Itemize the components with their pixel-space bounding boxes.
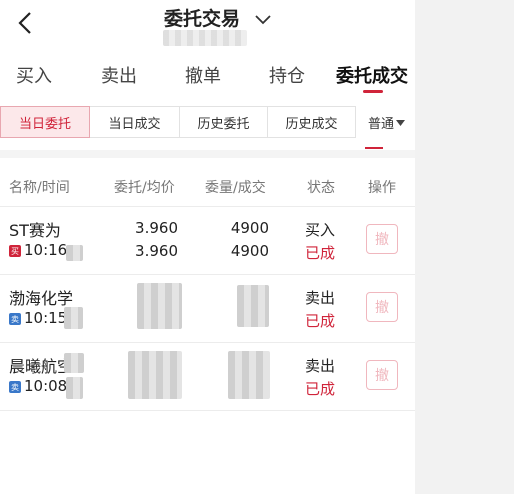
side-badge: 卖: [9, 313, 21, 325]
tab-positions[interactable]: 持仓: [269, 62, 305, 88]
order-side: 卖出: [305, 357, 336, 375]
page-title: 委托交易: [164, 8, 241, 30]
stock-name: 渤海化学: [9, 289, 74, 308]
order-status: 已成: [305, 244, 336, 262]
chevron-left-icon: [18, 12, 31, 34]
avg-price: 3.960: [135, 242, 178, 260]
tab-sell[interactable]: 卖出: [101, 62, 137, 88]
sub-tabs: 当日委托 当日成交 历史委托 历史成交: [0, 106, 356, 138]
subtab-history-orders[interactable]: 历史委托: [179, 106, 268, 138]
order-side: 买入: [305, 221, 336, 239]
name-mask: [64, 353, 84, 373]
trade-panel: 委托交易 买入 卖出 撤单 持仓 委托成交 当日委托 当日成交 历史委托 历史成…: [0, 0, 415, 494]
price-mask: [137, 283, 182, 329]
qty-mask: [237, 285, 269, 327]
table-row[interactable]: 渤海化学 卖 10:15 卖出 已成 撤: [0, 275, 415, 343]
filled-qty: 4900: [230, 242, 269, 260]
caret-down-icon: [396, 119, 406, 126]
back-button[interactable]: [14, 8, 36, 38]
order-price: 3.960: [135, 219, 178, 237]
section-divider: [0, 150, 415, 158]
subtab-today-trades[interactable]: 当日成交: [89, 106, 180, 138]
order-mode-select[interactable]: 普通: [368, 113, 406, 132]
main-tabs: 买入 卖出 撤单 持仓 委托成交: [0, 56, 415, 96]
order-status: 已成: [305, 312, 336, 330]
side-badge: 买: [9, 245, 21, 257]
tab-cancel-order[interactable]: 撤单: [185, 62, 221, 88]
tab-buy[interactable]: 买入: [16, 62, 52, 88]
chevron-down-icon: [255, 15, 271, 25]
account-switch-button[interactable]: [253, 12, 273, 28]
subtab-today-orders[interactable]: 当日委托: [0, 106, 90, 138]
price-mask: [128, 351, 182, 399]
cancel-order-button[interactable]: 撤: [366, 224, 398, 254]
account-number-mask: [163, 30, 247, 46]
time-mask: [66, 377, 83, 399]
header: 委托交易: [0, 0, 415, 52]
order-mode-value: 普通: [368, 117, 395, 132]
col-action: 操作: [368, 180, 396, 196]
side-badge: 卖: [9, 381, 21, 393]
stock-name: ST赛为: [9, 221, 61, 240]
order-status: 已成: [305, 380, 336, 398]
order-time: 10:16: [24, 241, 68, 259]
order-qty: 4900: [230, 219, 269, 237]
table-row[interactable]: 晨曦航空 卖 10:08: 卖出 已成 撤: [0, 343, 415, 411]
col-qty-filled: 委量/成交: [205, 180, 266, 196]
col-name-time: 名称/时间: [9, 180, 70, 196]
empty-gutter: [415, 0, 514, 494]
qty-mask: [228, 351, 270, 399]
cancel-order-button[interactable]: 撤: [366, 360, 398, 390]
order-time: 10:15: [24, 309, 68, 327]
col-price-avg: 委托/均价: [114, 180, 175, 196]
col-status: 状态: [307, 180, 335, 196]
tab-orders-trades[interactable]: 委托成交: [336, 62, 408, 88]
table-row[interactable]: ST赛为 买 10:16 3.960 3.960 4900 4900 买入 已成…: [0, 207, 415, 275]
time-mask: [66, 245, 83, 261]
mode-select-indicator: [365, 147, 383, 149]
order-side: 卖出: [305, 289, 336, 307]
cancel-order-button[interactable]: 撤: [366, 292, 398, 322]
subtab-history-trades[interactable]: 历史成交: [267, 106, 356, 138]
table-header: 名称/时间 委托/均价 委量/成交 状态 操作: [0, 158, 415, 207]
active-tab-indicator: [363, 90, 383, 93]
time-mask: [64, 307, 83, 329]
